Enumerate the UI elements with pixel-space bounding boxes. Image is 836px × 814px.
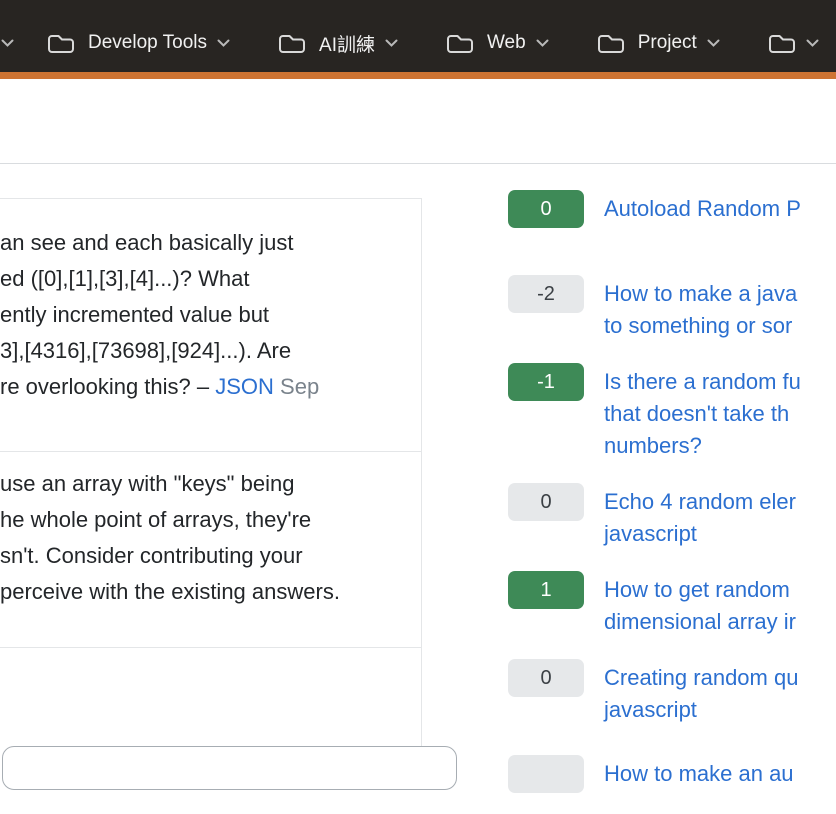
comment-text-line: use an array with "keys" being xyxy=(0,466,421,502)
related-question-title-line: Echo 4 random eler xyxy=(604,486,796,518)
related-question-title-line: javascript xyxy=(604,694,798,726)
comment-text-line: sn't. Consider contributing your xyxy=(0,538,421,574)
folder-icon xyxy=(768,31,796,55)
comment-text-line: ently incremented value but xyxy=(0,297,421,333)
related-question-title-line: that doesn't take th xyxy=(604,398,801,430)
related-question-title-line: to something or sor xyxy=(604,310,797,342)
bookmark-folder[interactable] xyxy=(768,31,819,55)
related-question: How to make an au xyxy=(508,755,836,793)
related-question: -1 Is there a random futhat doesn't take… xyxy=(508,363,836,462)
comment-timestamp: Sep xyxy=(274,374,319,399)
bookmark-folder[interactable]: Project xyxy=(597,31,720,55)
header-divider xyxy=(0,163,836,164)
related-question-title-line: dimensional array ir xyxy=(604,606,796,638)
related-question: -2 How to make a javato something or sor xyxy=(508,275,836,342)
bookmark-folder-label: Project xyxy=(638,32,697,54)
bookmarks-bar: Develop Tools AI訓練 Web Project xyxy=(0,0,836,72)
vertical-divider xyxy=(421,198,422,760)
bookmark-folder-label: Web xyxy=(487,32,526,54)
related-question: 0 Creating random qujavascript xyxy=(508,659,836,726)
vote-score-badge: 0 xyxy=(508,483,584,521)
comment: an see and each basically justed ([0],[1… xyxy=(0,199,421,452)
related-question-title-line: Creating random qu xyxy=(604,662,798,694)
related-question-title-line: javascript xyxy=(604,518,796,550)
chevron-down-icon xyxy=(707,39,720,48)
comments-section: an see and each basically justed ([0],[1… xyxy=(0,198,421,648)
related-question-title-line: numbers? xyxy=(604,430,801,462)
comment-text-line: 3],[4316],[73698],[924]...). Are xyxy=(0,333,421,369)
vote-score-badge xyxy=(508,755,584,793)
comment-text-line: he whole point of arrays, they're xyxy=(0,502,421,538)
bookmark-folder[interactable]: AI訓練 xyxy=(278,30,398,57)
vote-score-badge: 0 xyxy=(508,659,584,697)
related-question-link[interactable]: How to make a javato something or sor xyxy=(604,275,797,342)
folder-icon xyxy=(446,31,474,55)
related-question-link[interactable]: Creating random qujavascript xyxy=(604,659,798,726)
related-question-title-line: How to make a java xyxy=(604,278,797,310)
chevron-down-icon xyxy=(806,39,819,48)
related-question-link[interactable]: Autoload Random P xyxy=(604,190,801,225)
add-comment-box[interactable] xyxy=(2,746,457,790)
related-question: 0 Autoload Random P xyxy=(508,190,836,228)
related-question-link[interactable]: How to get randomdimensional array ir xyxy=(604,571,796,638)
related-question-title-line: Autoload Random P xyxy=(604,193,801,225)
bookmark-folder-label: AI訓練 xyxy=(319,30,375,57)
comment-text-line: perceive with the existing answers. xyxy=(0,574,421,610)
chevron-down-icon xyxy=(385,39,398,48)
comment-text-line: ed ([0],[1],[3],[4]...)? What xyxy=(0,261,421,297)
comment: use an array with "keys" beinghe whole p… xyxy=(0,452,421,648)
comment-text-line: an see and each basically just xyxy=(0,225,421,261)
vote-score-badge: 0 xyxy=(508,190,584,228)
related-question: 1 How to get randomdimensional array ir xyxy=(508,571,836,638)
related-question: 0 Echo 4 random elerjavascript xyxy=(508,483,836,550)
accent-strip xyxy=(0,72,836,79)
vote-score-badge: -1 xyxy=(508,363,584,401)
vote-score-badge: 1 xyxy=(508,571,584,609)
related-question-title-line: How to get random xyxy=(604,574,796,606)
bookmark-folder[interactable]: Develop Tools xyxy=(47,31,230,55)
related-question-link[interactable]: Echo 4 random elerjavascript xyxy=(604,483,796,550)
vote-score-badge: -2 xyxy=(508,275,584,313)
comment-author-link[interactable]: JSON xyxy=(215,374,274,399)
chevron-down-icon xyxy=(217,39,230,48)
bookmark-folder-label: Develop Tools xyxy=(88,32,207,54)
related-question-title-line: Is there a random fu xyxy=(604,366,801,398)
folder-icon xyxy=(47,31,75,55)
folder-icon xyxy=(278,31,306,55)
comment-text-line: re overlooking this? – JSON Sep xyxy=(0,369,421,405)
chevron-down-icon xyxy=(536,39,549,48)
chevron-down-icon[interactable] xyxy=(1,39,14,48)
related-question-link[interactable]: How to make an au xyxy=(604,755,794,790)
bookmark-folder[interactable]: Web xyxy=(446,31,549,55)
folder-icon xyxy=(597,31,625,55)
related-questions-list: 0 Autoload Random P -2 How to make a jav… xyxy=(508,190,836,814)
related-question-title-line: How to make an au xyxy=(604,758,794,790)
related-question-link[interactable]: Is there a random futhat doesn't take th… xyxy=(604,363,801,462)
comment-text: re overlooking this? – xyxy=(0,374,215,399)
